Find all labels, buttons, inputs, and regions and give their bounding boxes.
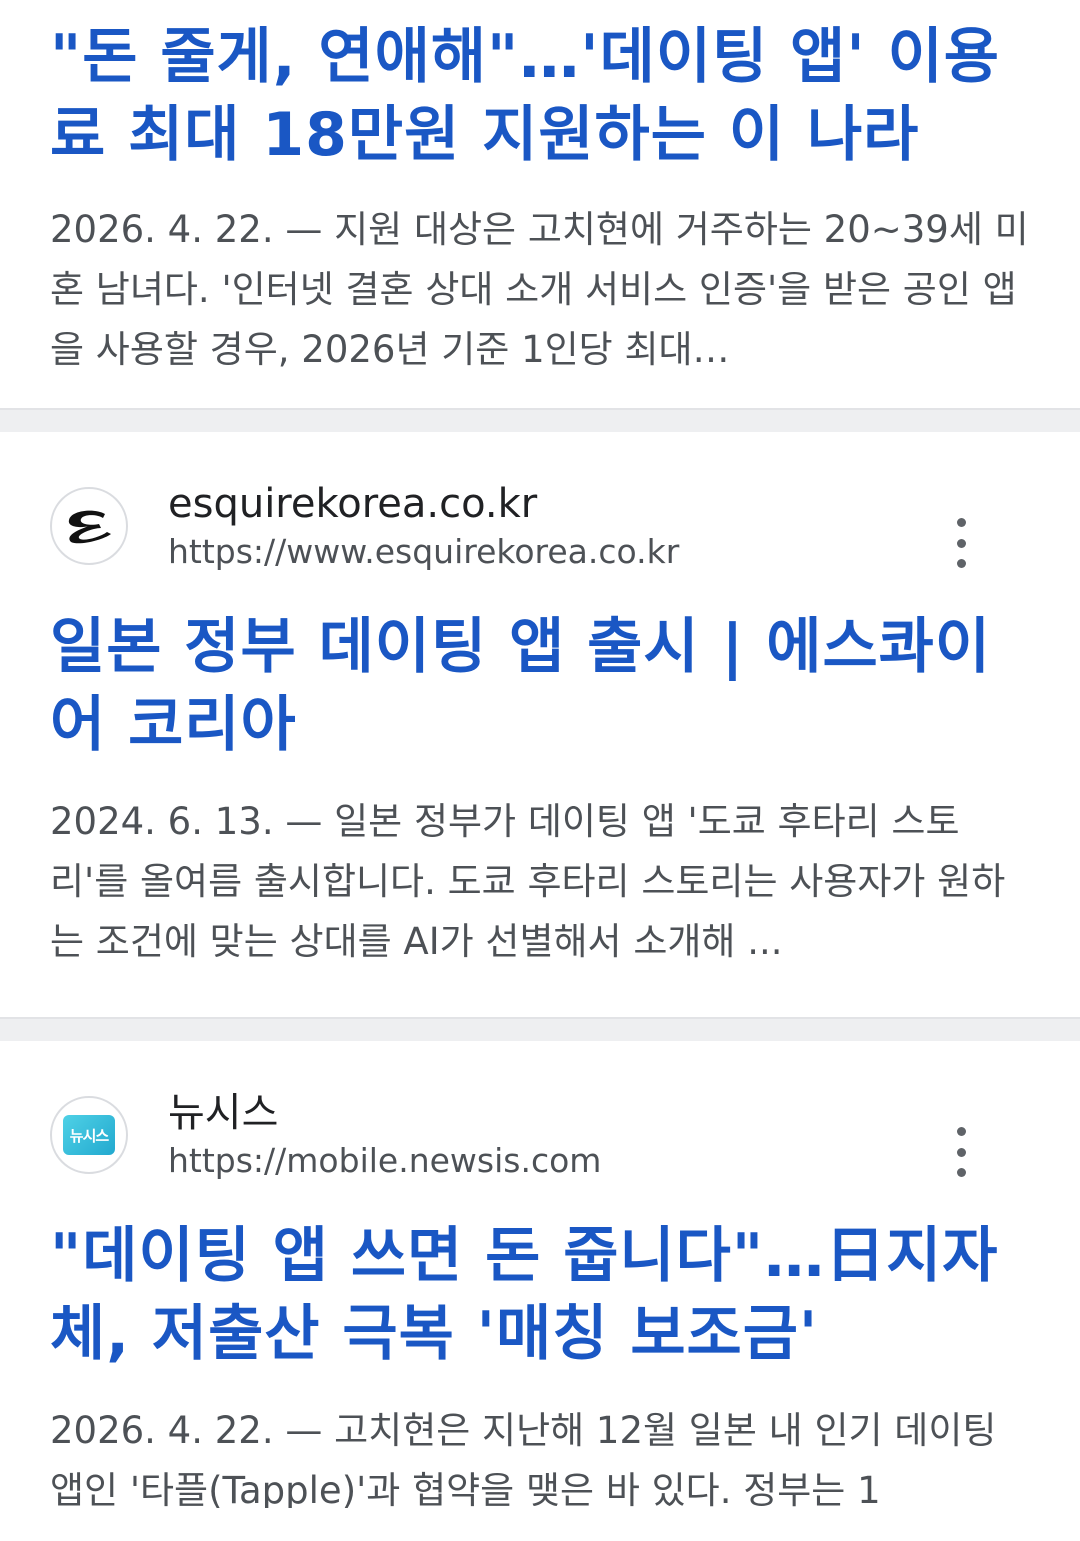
more-options-icon[interactable] <box>946 1127 976 1177</box>
result-source[interactable]: 뉴시스 뉴시스 https://mobile.newsis.com <box>50 1041 1030 1183</box>
result-divider <box>0 1017 1080 1041</box>
search-result-3: 뉴시스 뉴시스 https://mobile.newsis.com "데이팅 앱… <box>0 1041 1080 1541</box>
result-title-link[interactable]: "데이팅 앱 쓰면 돈 줍니다"…日지자체, 저출산 극복 '매칭 보조금' <box>50 1217 1030 1373</box>
search-result-2: esquirekorea.co.kr https://www.esquireko… <box>0 432 1080 1017</box>
site-name: esquirekorea.co.kr <box>168 481 538 527</box>
newsis-logo-text: 뉴시스 <box>63 1115 115 1155</box>
search-result-1: "돈 줄게, 연애해"…'데이팅 앱' 이용료 최대 18만원 지원하는 이 나… <box>0 0 1080 408</box>
result-snippet: 2026. 4. 22. — 지원 대상은 고치현에 거주하는 20~39세 미… <box>50 208 1029 371</box>
site-url: https://www.esquirekorea.co.kr <box>168 532 680 571</box>
site-name: 뉴시스 <box>168 1090 279 1136</box>
site-url: https://mobile.newsis.com <box>168 1141 602 1180</box>
result-snippet: 2026. 4. 22. — 고치현은 지난해 12월 일본 내 인기 데이팅 … <box>50 1409 997 1508</box>
result-title-link[interactable]: 일본 정부 데이팅 앱 출시 | 에스콰이어 코리아 <box>50 608 1030 764</box>
result-title-link[interactable]: "돈 줄게, 연애해"…'데이팅 앱' 이용료 최대 18만원 지원하는 이 나… <box>50 0 1030 174</box>
more-options-icon[interactable] <box>946 518 976 568</box>
result-snippet: 2024. 6. 13. — 일본 정부가 데이팅 앱 '도쿄 후타리 스토리'… <box>50 800 1006 963</box>
esquire-e-logo-icon <box>50 487 128 565</box>
result-divider <box>0 408 1080 432</box>
newsis-logo-icon: 뉴시스 <box>50 1096 128 1174</box>
result-source[interactable]: esquirekorea.co.kr https://www.esquireko… <box>50 432 1030 574</box>
